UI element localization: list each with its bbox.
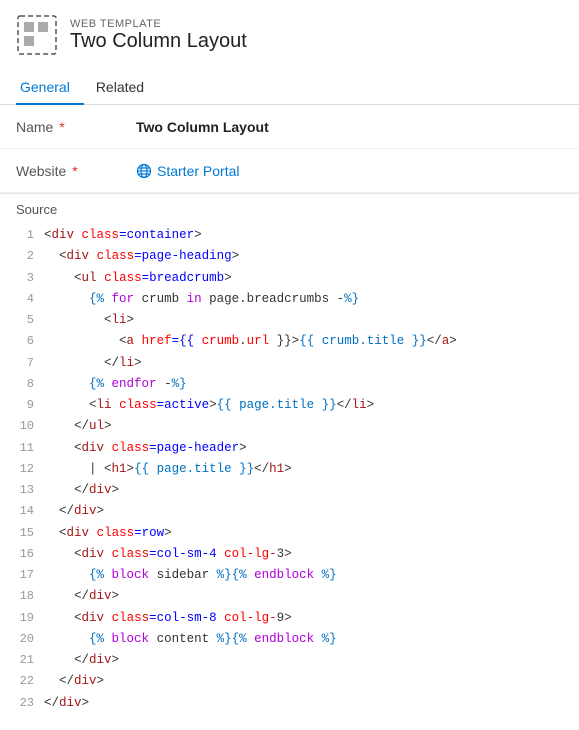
code-text: <li class=active>{{ page.title }}</li> xyxy=(44,395,374,416)
code-text: </div> xyxy=(44,501,104,522)
code-line: 21 </div> xyxy=(16,650,579,671)
line-number: 3 xyxy=(16,268,44,288)
code-line: 11 <div class=page-header> xyxy=(16,438,579,459)
line-number: 10 xyxy=(16,416,44,436)
line-number: 18 xyxy=(16,586,44,606)
code-text: <ul class=breadcrumb> xyxy=(44,268,232,289)
code-line: 23</div> xyxy=(16,693,579,714)
required-star-name: * xyxy=(55,119,64,135)
required-star-website: * xyxy=(68,163,77,179)
code-line: 17 {% block sidebar %}{% endblock %} xyxy=(16,565,579,586)
code-text: </li> xyxy=(44,353,142,374)
line-number: 19 xyxy=(16,608,44,628)
code-line: 16 <div class=col-sm-4 col-lg-3> xyxy=(16,544,579,565)
source-code: 1<div class=container>2 <div class=page-… xyxy=(0,221,579,730)
line-number: 2 xyxy=(16,246,44,266)
line-number: 15 xyxy=(16,523,44,543)
code-line: 13 </div> xyxy=(16,480,579,501)
code-line: 6 <a href={{ crumb.url }}>{{ crumb.title… xyxy=(16,331,579,352)
line-number: 12 xyxy=(16,459,44,479)
tab-related[interactable]: Related xyxy=(92,71,158,105)
code-line: 19 <div class=col-sm-8 col-lg-9> xyxy=(16,608,579,629)
code-text: <div class=container> xyxy=(44,225,202,246)
globe-icon xyxy=(136,163,152,179)
line-number: 1 xyxy=(16,225,44,245)
line-number: 4 xyxy=(16,289,44,309)
code-text: <div class=row> xyxy=(44,523,172,544)
code-text: </div> xyxy=(44,480,119,501)
form-section: Name * Two Column Layout Website * Start… xyxy=(0,105,579,194)
line-number: 20 xyxy=(16,629,44,649)
code-line: 15 <div class=row> xyxy=(16,523,579,544)
line-number: 5 xyxy=(16,310,44,330)
line-number: 11 xyxy=(16,438,44,458)
code-text: </div> xyxy=(44,650,119,671)
code-text: | <h1>{{ page.title }}</h1> xyxy=(44,459,292,480)
name-label: Name * xyxy=(16,119,136,135)
code-line: 5 <li> xyxy=(16,310,579,331)
line-number: 6 xyxy=(16,331,44,351)
template-icon xyxy=(16,14,58,56)
page-header: WEB TEMPLATE Two Column Layout xyxy=(0,0,579,66)
code-line: 4 {% for crumb in page.breadcrumbs -%} xyxy=(16,289,579,310)
code-line: 1<div class=container> xyxy=(16,225,579,246)
code-text: <a href={{ crumb.url }}>{{ crumb.title }… xyxy=(44,331,457,352)
code-text: <div class=page-header> xyxy=(44,438,247,459)
code-text: </div> xyxy=(44,586,119,607)
code-text: <div class=col-sm-4 col-lg-3> xyxy=(44,544,292,565)
code-line: 8 {% endfor -%} xyxy=(16,374,579,395)
line-number: 22 xyxy=(16,671,44,691)
code-text: <div class=col-sm-8 col-lg-9> xyxy=(44,608,292,629)
line-number: 9 xyxy=(16,395,44,415)
website-label: Website * xyxy=(16,163,136,179)
header-subtitle: WEB TEMPLATE xyxy=(70,18,247,30)
line-number: 8 xyxy=(16,374,44,394)
code-text: </ul> xyxy=(44,416,112,437)
code-line: 14 </div> xyxy=(16,501,579,522)
line-number: 13 xyxy=(16,480,44,500)
name-value: Two Column Layout xyxy=(136,119,269,135)
code-text: {% block sidebar %}{% endblock %} xyxy=(44,565,337,586)
code-text: {% block content %}{% endblock %} xyxy=(44,629,337,650)
code-line: 12 | <h1>{{ page.title }}</h1> xyxy=(16,459,579,480)
code-text: <div class=page-heading> xyxy=(44,246,239,267)
code-text: </div> xyxy=(44,693,89,714)
line-number: 21 xyxy=(16,650,44,670)
tabs-bar: General Related xyxy=(0,70,579,105)
code-text: {% for crumb in page.breadcrumbs -%} xyxy=(44,289,359,310)
code-text: </div> xyxy=(44,671,104,692)
website-row: Website * Starter Portal xyxy=(0,149,579,193)
source-label: Source xyxy=(0,194,579,221)
tab-general[interactable]: General xyxy=(16,71,84,105)
code-line: 20 {% block content %}{% endblock %} xyxy=(16,629,579,650)
name-row: Name * Two Column Layout xyxy=(0,105,579,149)
code-line: 7 </li> xyxy=(16,353,579,374)
code-line: 2 <div class=page-heading> xyxy=(16,246,579,267)
code-line: 3 <ul class=breadcrumb> xyxy=(16,268,579,289)
header-text-group: WEB TEMPLATE Two Column Layout xyxy=(70,18,247,53)
code-text: <li> xyxy=(44,310,134,331)
code-line: 10 </ul> xyxy=(16,416,579,437)
code-line: 18 </div> xyxy=(16,586,579,607)
line-number: 7 xyxy=(16,353,44,373)
code-text: {% endfor -%} xyxy=(44,374,187,395)
line-number: 23 xyxy=(16,693,44,713)
line-number: 16 xyxy=(16,544,44,564)
line-number: 17 xyxy=(16,565,44,585)
header-title: Two Column Layout xyxy=(70,30,247,53)
line-number: 14 xyxy=(16,501,44,521)
code-line: 22 </div> xyxy=(16,671,579,692)
website-value[interactable]: Starter Portal xyxy=(136,163,239,179)
code-line: 9 <li class=active>{{ page.title }}</li> xyxy=(16,395,579,416)
